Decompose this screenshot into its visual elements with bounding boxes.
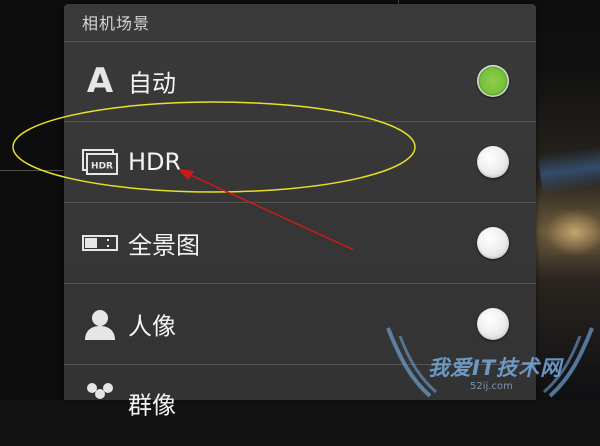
scene-item-label: 自动 xyxy=(128,69,176,98)
viewfinder-background xyxy=(545,210,600,255)
watermark-url: 52ij.com xyxy=(470,381,513,392)
scene-radio-portrait[interactable] xyxy=(477,308,509,340)
scene-item-label: 群像 xyxy=(128,391,176,420)
scene-item-label: HDR xyxy=(128,148,182,176)
menu-title: 相机场景 xyxy=(82,14,151,33)
scene-item-label: 人像 xyxy=(128,312,176,341)
scene-radio-auto[interactable] xyxy=(477,65,509,97)
scene-item-auto[interactable]: A 自动 xyxy=(64,41,536,122)
scene-item-panorama[interactable]: 全景图 xyxy=(64,203,536,284)
scene-item-label: 全景图 xyxy=(128,231,200,260)
auto-a-icon: A xyxy=(86,61,114,101)
person-icon xyxy=(82,306,118,342)
viewfinder-background xyxy=(537,145,600,195)
watermark-text: 我爱IT技术网 xyxy=(428,356,563,380)
viewfinder-background xyxy=(535,0,600,400)
panorama-icon xyxy=(82,225,118,261)
scene-radio-hdr[interactable] xyxy=(477,146,509,178)
hdr-icon: HDR xyxy=(82,144,118,180)
group-icon xyxy=(82,377,118,413)
svg-text:HDR: HDR xyxy=(91,162,113,172)
scene-radio-panorama[interactable] xyxy=(477,227,509,259)
camera-scene-menu: 相机场景 A 自动 HDR HDR 全景图 人像 群像 xyxy=(64,4,536,420)
scene-item-hdr[interactable]: HDR HDR xyxy=(64,122,536,203)
